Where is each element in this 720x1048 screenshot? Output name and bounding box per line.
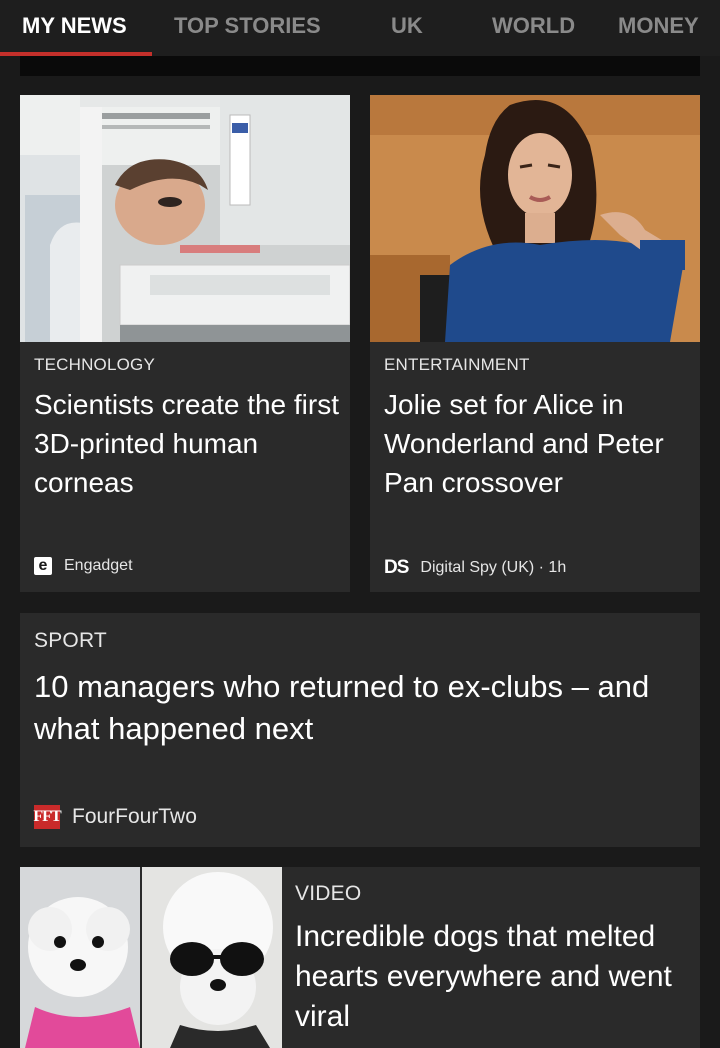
tab-uk[interactable]: UK [391,12,423,40]
fourfourtwo-logo: FFT [33,805,62,829]
previous-card-edge [20,56,700,76]
card-category: TECHNOLOGY [34,355,156,374]
card-headline[interactable]: Incredible dogs that melted hearts every… [295,917,690,1037]
news-card-video[interactable]: VIDEO Incredible dogs that melted hearts… [20,867,700,1048]
card-headline[interactable]: Scientists create the first 3D-printed h… [34,385,344,502]
card-source: e Engadget [34,557,133,575]
card-category: ENTERTAINMENT [384,355,530,374]
source-name: Digital Spy (UK) · 1h [420,559,567,576]
source-name: Engadget [64,557,133,574]
card-category: SPORT [34,629,107,652]
actress-portrait-photo [370,95,700,342]
lab-scientist-photo [20,95,350,342]
news-card-sport[interactable]: SPORT 10 managers who returned to ex-clu… [20,613,700,847]
category-tab-bar: MY NEWS TOP STORIES UK WORLD MONEY [0,0,720,56]
card-headline[interactable]: Jolie set for Alice in Wonderland and Pe… [384,385,694,502]
tab-money[interactable]: MONEY [618,12,699,40]
source-name: FourFourTwo [72,805,197,828]
card-headline[interactable]: 10 managers who returned to ex-clubs – a… [34,666,684,750]
card-category: VIDEO [295,882,362,905]
news-card-technology[interactable]: TECHNOLOGY Scientists create the first 3… [20,95,350,592]
tab-top-stories[interactable]: TOP STORIES [174,12,321,40]
tab-my-news[interactable]: MY NEWS [22,12,127,40]
white-dogs-photo [20,867,282,1048]
engadget-logo: e [34,557,52,575]
digital-spy-logo: DS [384,557,409,578]
card-source: DS Digital Spy (UK) · 1h [384,557,566,579]
news-card-entertainment[interactable]: ENTERTAINMENT Jolie set for Alice in Won… [370,95,700,592]
tab-world[interactable]: WORLD [492,12,575,40]
card-source: FFT FourFourTwo [33,805,197,829]
